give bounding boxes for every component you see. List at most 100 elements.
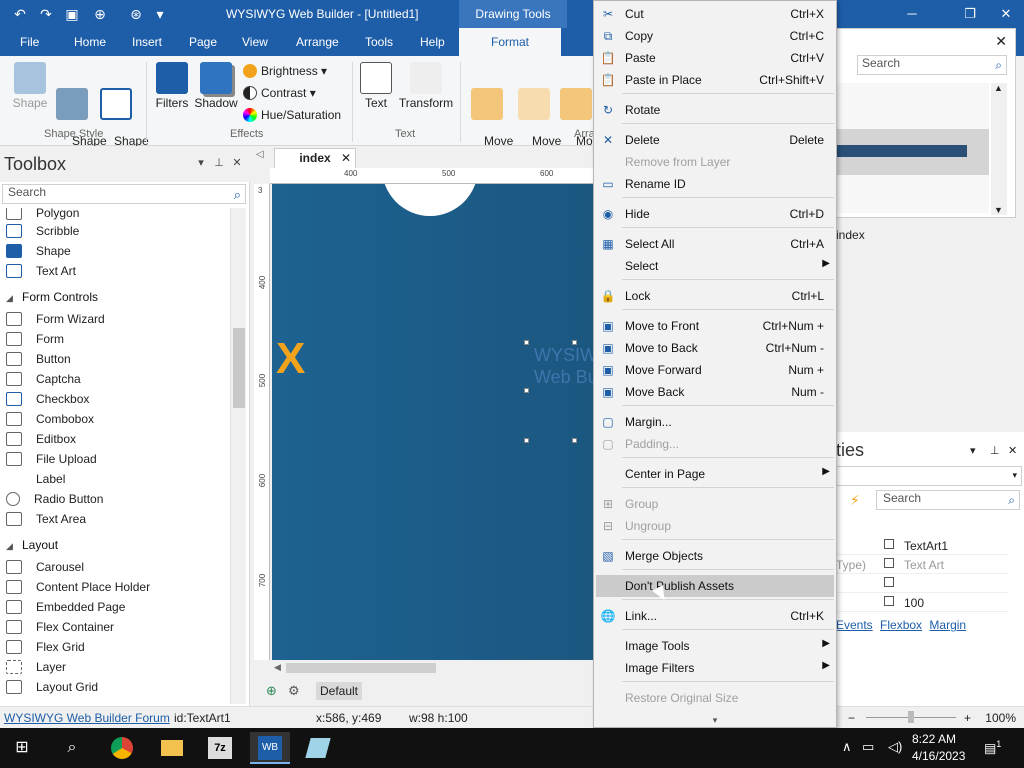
resize-handle[interactable] (524, 388, 529, 393)
menu-item-lock[interactable]: 🔒 Lock Ctrl+L (596, 285, 834, 307)
scrollbar-thumb[interactable] (286, 663, 436, 673)
properties-search-input[interactable]: Search ⌕ (876, 490, 1020, 510)
canvas-horizontal-scrollbar[interactable]: ◀ (272, 660, 596, 676)
site-page-index[interactable]: index (836, 228, 865, 242)
menu-item-rotate[interactable]: ↻ Rotate (596, 99, 834, 121)
toolbox-item-layout-grid[interactable]: Layout Grid (6, 680, 226, 700)
category-form-controls[interactable]: ◢ Form Controls (6, 290, 98, 304)
hue-saturation-button[interactable]: Hue/Saturation (243, 108, 341, 122)
toolbox-item-label[interactable]: Label (6, 472, 226, 492)
property-row[interactable]: TextArt1 (836, 536, 1008, 555)
menu-item-margin[interactable]: ▢ Margin... (596, 411, 834, 433)
menu-item-rename-id[interactable]: ▭ Rename ID (596, 173, 834, 195)
brightness-button[interactable]: Brightness ▾ (243, 64, 327, 78)
menu-item-select[interactable]: Select ▶ (596, 255, 834, 277)
toolbox-item-form[interactable]: Form (6, 332, 226, 352)
search-icon[interactable]: ⌕ (995, 58, 1002, 73)
tab-file[interactable]: File (20, 35, 39, 49)
file-explorer-icon[interactable] (152, 732, 192, 764)
resize-handle[interactable] (572, 438, 577, 443)
tab-close-icon[interactable]: ✕ (341, 149, 351, 167)
volume-icon[interactable]: ◁) (888, 739, 902, 755)
search-icon[interactable]: ⌕ (52, 732, 92, 764)
menu-item-move-to-front[interactable]: ▣ Move to Front Ctrl+Num + (596, 315, 834, 337)
scroll-down-icon[interactable]: ▼ (994, 205, 1003, 215)
app-icon[interactable] (298, 732, 338, 764)
scrollbar-thumb[interactable] (233, 328, 245, 408)
menu-item-paste-in-place[interactable]: 📋 Paste in Place Ctrl+Shift+V (596, 69, 834, 91)
show-hidden-icons-icon[interactable]: ∧ (842, 739, 852, 755)
toolbox-item-editbox[interactable]: Editbox (6, 432, 226, 452)
resize-handle[interactable] (524, 438, 529, 443)
document-tab-index[interactable]: index ✕ (274, 148, 356, 168)
filters-button[interactable]: Filters (152, 62, 192, 110)
tab-tools[interactable]: Tools (365, 35, 393, 49)
toolbox-item-form-wizard[interactable]: Form Wizard (6, 312, 226, 332)
pin-icon[interactable]: ⊥ (212, 156, 226, 170)
tab-page[interactable]: Page (189, 35, 217, 49)
object-selector[interactable]: ▾ (836, 466, 1022, 486)
toolbox-item-shape[interactable]: Shape (6, 244, 226, 264)
panel-close-icon[interactable]: ✕ (1008, 444, 1017, 457)
close-icon[interactable]: ✕ (994, 4, 1018, 24)
chrome-icon[interactable] (102, 732, 142, 764)
page-settings-icon[interactable]: ⚙ (288, 683, 300, 699)
page-thumbnail-list[interactable] (837, 83, 989, 213)
windows-start-icon[interactable]: ⊞ (2, 732, 42, 764)
text-button[interactable]: Text (358, 62, 394, 110)
transform-button[interactable]: Transform (398, 62, 454, 110)
property-checkbox[interactable] (884, 577, 894, 587)
canvas-shape[interactable] (382, 184, 478, 216)
toolbox-scrollbar[interactable] (230, 208, 246, 704)
pin-icon[interactable]: ⊥ (990, 444, 1000, 457)
menu-item-move-forward[interactable]: ▣ Move Forward Num + (596, 359, 834, 381)
toolbox-item-layer[interactable]: Layer (6, 660, 226, 680)
toolbox-item-radio-button[interactable]: Radio Button (6, 492, 226, 512)
resize-handle[interactable] (524, 340, 529, 345)
menu-item-image-tools[interactable]: Image Tools ▶ (596, 635, 834, 657)
undo-icon[interactable]: ↶ (10, 4, 30, 24)
scroll-left-icon[interactable]: ◀ (274, 662, 281, 673)
toolbox-item-checkbox[interactable]: Checkbox (6, 392, 226, 412)
tab-format[interactable]: Format (459, 28, 561, 56)
notification-icon[interactable]: ▤1 (984, 739, 1001, 756)
shadow-button[interactable]: Shadow (194, 62, 238, 110)
menu-item-move-back[interactable]: ▣ Move Back Num - (596, 381, 834, 403)
tab-arrange[interactable]: Arrange (296, 35, 339, 49)
panel-close-icon[interactable]: ✕ (995, 33, 1007, 50)
panel-close-icon[interactable]: ✕ (230, 156, 244, 170)
canvas-x-text[interactable]: X (276, 334, 305, 384)
menu-item-cut[interactable]: ✂ Cut Ctrl+X (596, 3, 834, 25)
publish-icon[interactable]: ⊛ (126, 4, 146, 24)
site-search-input[interactable]: Search ⌕ (857, 55, 1007, 75)
property-row[interactable]: Type) Text Art (836, 555, 1008, 574)
dropdown-arrow-icon[interactable]: ▾ (1012, 470, 1017, 481)
link-margin[interactable]: Margin (929, 618, 966, 632)
toolbox-item-file-upload[interactable]: File Upload (6, 452, 226, 472)
property-checkbox[interactable] (884, 539, 894, 549)
panel-menu-icon[interactable]: ▾ (194, 156, 208, 170)
property-checkbox[interactable] (884, 558, 894, 568)
tab-help[interactable]: Help (420, 35, 445, 49)
menu-item-image-filters[interactable]: Image Filters ▶ (596, 657, 834, 679)
toolbox-search-input[interactable]: Search ⌕ (2, 184, 246, 204)
shape-button[interactable]: Shape (10, 62, 50, 110)
toolbox-item-captcha[interactable]: Captcha (6, 372, 226, 392)
forum-link[interactable]: WYSIWYG Web Builder Forum (4, 711, 170, 725)
selection-box[interactable] (524, 340, 577, 443)
menu-item-select-all[interactable]: ▦ Select All Ctrl+A (596, 233, 834, 255)
property-row[interactable] (836, 574, 1008, 593)
property-checkbox[interactable] (884, 596, 894, 606)
taskbar-date[interactable]: 4/16/2023 (912, 749, 965, 763)
toolbox-item-flex-grid[interactable]: Flex Grid (6, 640, 226, 660)
menu-item-move-to-back[interactable]: ▣ Move to Back Ctrl+Num - (596, 337, 834, 359)
toolbox-item-flex-container[interactable]: Flex Container (6, 620, 226, 640)
contrast-button[interactable]: Contrast ▾ (243, 86, 316, 100)
toolbox-item-button[interactable]: Button (6, 352, 226, 372)
menu-item-merge-objects[interactable]: ▧ Merge Objects (596, 545, 834, 567)
search-icon[interactable]: ⌕ (234, 187, 241, 203)
menu-item-copy[interactable]: ⧉ Copy Ctrl+C (596, 25, 834, 47)
menu-item-hide[interactable]: ◉ Hide Ctrl+D (596, 203, 834, 225)
toolbox-item-scribble[interactable]: Scribble (6, 224, 226, 244)
menu-item-center-in-page[interactable]: Center in Page ▶ (596, 463, 834, 485)
